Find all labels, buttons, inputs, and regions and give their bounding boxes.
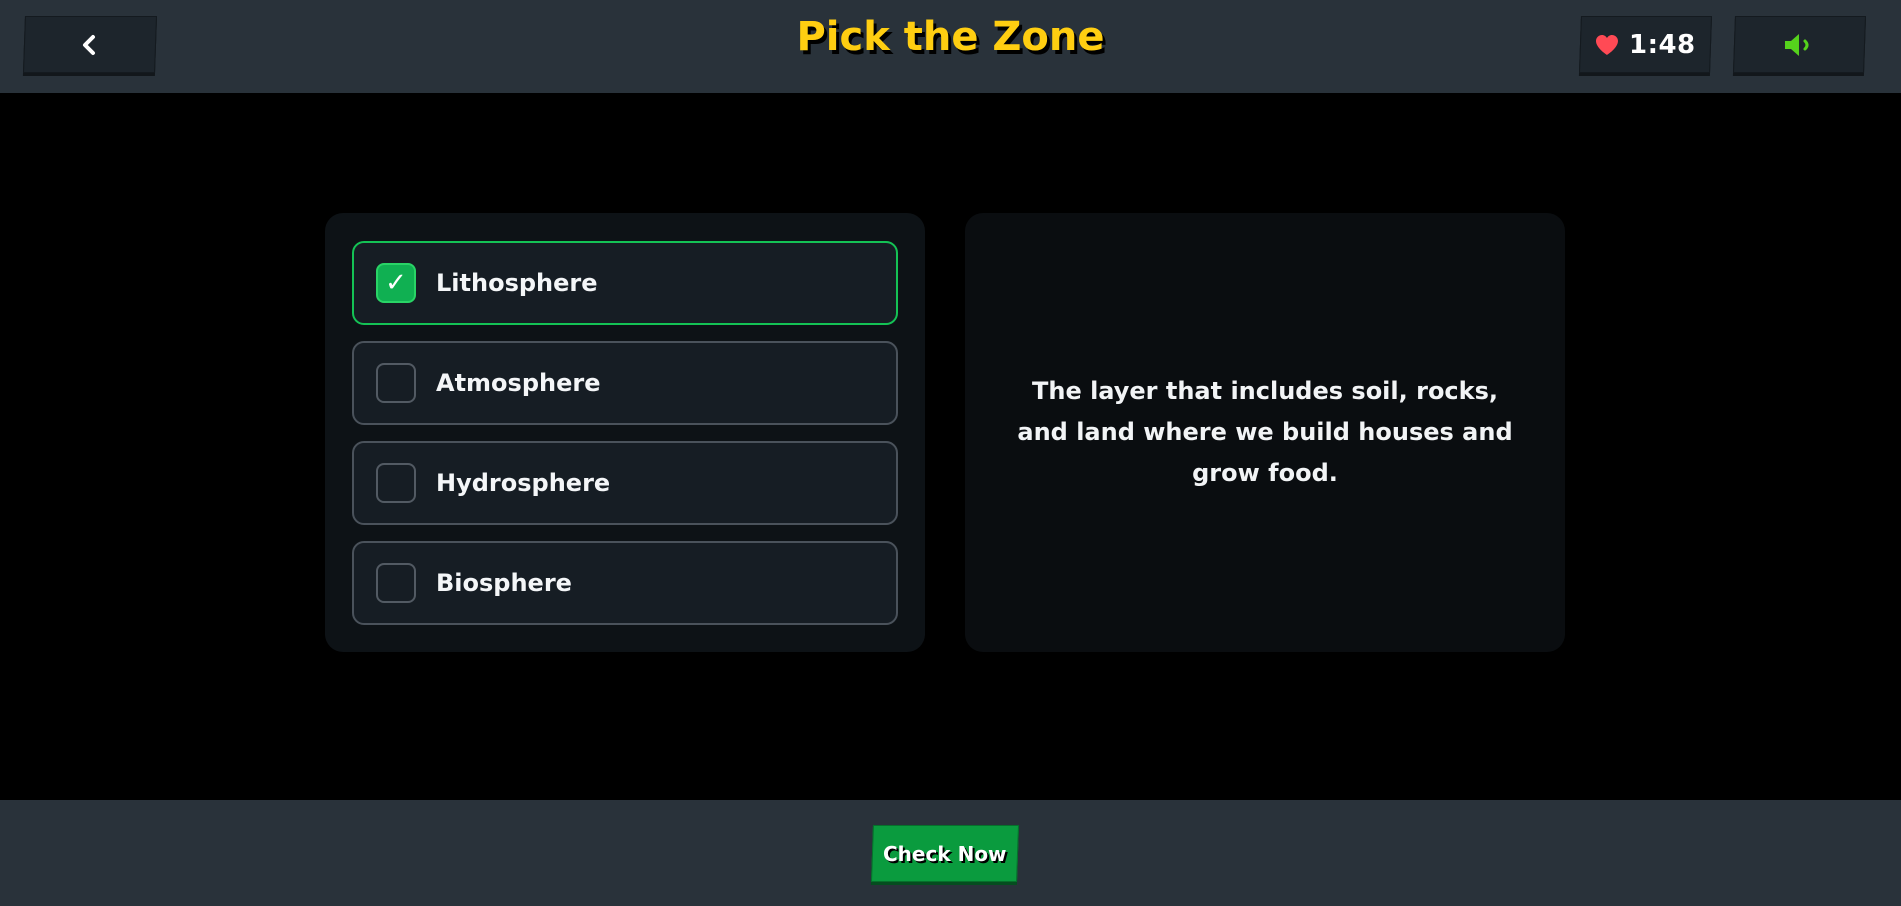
option-label: Biosphere bbox=[436, 569, 572, 597]
clue-text: The layer that includes soil, rocks, and… bbox=[1017, 377, 1513, 487]
timer-value: 1:48 bbox=[1629, 29, 1696, 60]
options-panel: ✓ Lithosphere Atmosphere Hydrosphere Bio… bbox=[325, 213, 925, 652]
heart-icon bbox=[1596, 34, 1619, 55]
option-lithosphere[interactable]: ✓ Lithosphere bbox=[352, 241, 898, 325]
option-label: Atmosphere bbox=[436, 369, 601, 397]
option-hydrosphere[interactable]: Hydrosphere bbox=[352, 441, 898, 525]
checkmark-icon: ✓ bbox=[385, 268, 407, 298]
check-now-button[interactable]: Check Now bbox=[871, 825, 1019, 882]
speaker-icon bbox=[1784, 33, 1808, 56]
option-label: Lithosphere bbox=[436, 269, 598, 297]
clue-panel: The layer that includes soil, rocks, and… bbox=[965, 213, 1565, 652]
checkbox[interactable] bbox=[376, 563, 416, 603]
checkbox[interactable]: ✓ bbox=[376, 263, 416, 303]
checkbox[interactable] bbox=[376, 463, 416, 503]
option-atmosphere[interactable]: Atmosphere bbox=[352, 341, 898, 425]
option-biosphere[interactable]: Biosphere bbox=[352, 541, 898, 625]
check-now-label: Check Now bbox=[883, 841, 1007, 866]
option-label: Hydrosphere bbox=[436, 469, 611, 497]
lives-timer-badge: 1:48 bbox=[1579, 16, 1712, 73]
sound-toggle-button[interactable] bbox=[1733, 16, 1866, 73]
checkbox[interactable] bbox=[376, 363, 416, 403]
